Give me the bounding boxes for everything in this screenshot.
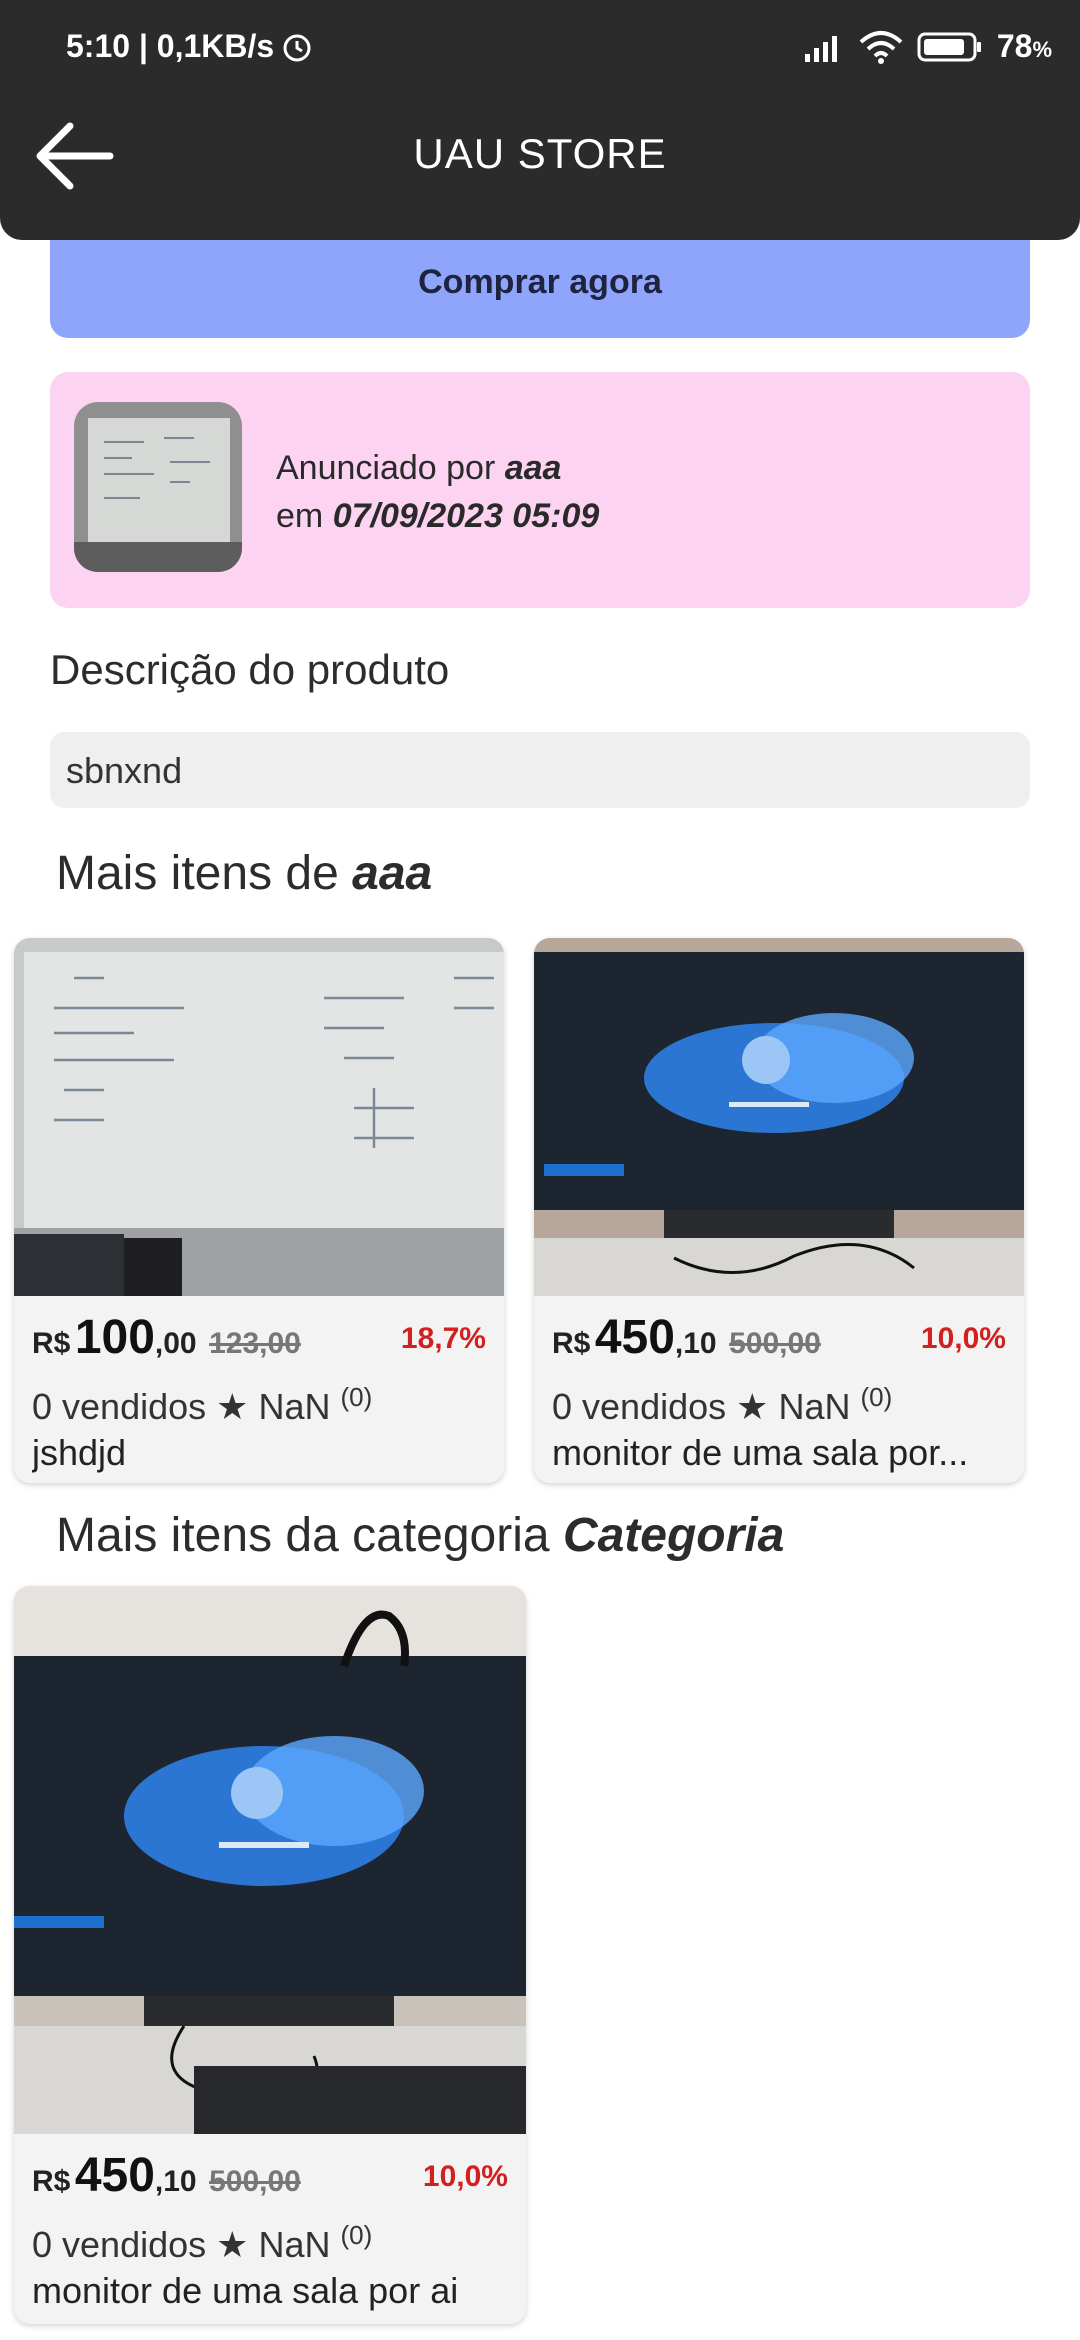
discount-badge: 10,0%: [920, 1322, 1006, 1355]
product-card[interactable]: R$ 450,10 500,00 10,0% 0 vendidos ★ NaN …: [14, 1586, 526, 2324]
seller-card: Anunciado por aaa em 07/09/2023 05:09: [50, 372, 1030, 608]
sales-rating-row: 0 vendidos ★ NaN (0): [32, 2220, 373, 2265]
wifi-icon: [859, 30, 903, 64]
status-icons: 78%: [803, 28, 1052, 65]
sales-rating-row: 0 vendidos ★ NaN (0): [552, 1382, 893, 1427]
price-row: R$ 450,10 500,00 10,0%: [552, 1311, 1006, 1364]
status-time: 5:10 | 0,1KB/s: [66, 28, 275, 64]
price-row: R$ 450,10 500,00 10,0%: [32, 2149, 508, 2202]
description-text: sbnxnd: [50, 732, 1030, 808]
old-price: 123,00: [209, 1327, 301, 1360]
old-price: 500,00: [729, 1327, 821, 1360]
star-icon: ★: [216, 2224, 249, 2265]
star-icon: ★: [736, 1386, 769, 1427]
product-info: R$ 450,10 500,00 10,0% 0 vendidos ★ NaN …: [14, 2148, 526, 2314]
seller-info: Anunciado por aaa em 07/09/2023 05:09: [276, 449, 600, 535]
alarm-icon: [283, 34, 311, 62]
product-name: monitor de uma sala por...: [552, 1432, 969, 1473]
app-header: 5:10 | 0,1KB/s 78% UAU STORE: [0, 0, 1080, 240]
signal-icon: [804, 35, 837, 62]
price: 450: [594, 1311, 675, 1364]
battery-level: 78%: [996, 28, 1052, 64]
star-icon: ★: [216, 1386, 249, 1427]
more-from-seller-title: Mais itens de aaa: [56, 847, 433, 900]
price: 450: [74, 2149, 155, 2202]
price-row: R$ 100,00 123,00 18,7%: [32, 1311, 486, 1364]
app-title: UAU STORE: [413, 130, 667, 177]
product-image: [14, 938, 504, 1296]
product-card[interactable]: R$ 450,10 500,00 10,0% 0 vendidos ★ NaN …: [534, 938, 1024, 1483]
price: 100: [74, 1311, 155, 1364]
sales-rating-row: 0 vendidos ★ NaN (0): [32, 1382, 373, 1427]
old-price: 500,00: [209, 2165, 301, 2198]
product-info: R$ 100,00 123,00 18,7% 0 vendidos ★ NaN …: [14, 1310, 504, 1476]
product-image: [534, 938, 1024, 1296]
seller-name: aaa: [504, 449, 562, 487]
product-name: monitor de uma sala por ai: [32, 2270, 459, 2311]
product-name: jshdjd: [32, 1432, 127, 1473]
battery-icon: [917, 32, 981, 61]
product-card[interactable]: R$ 100,00 123,00 18,7% 0 vendidos ★ NaN …: [14, 938, 504, 1483]
product-info: R$ 450,10 500,00 10,0% 0 vendidos ★ NaN …: [534, 1310, 1024, 1476]
seller-avatar: [74, 402, 242, 572]
product-image: [14, 1586, 526, 2134]
discount-badge: 10,0%: [422, 2160, 508, 2193]
more-from-category-title: Mais itens da categoria Categoria: [56, 1509, 785, 1562]
listing-date: 07/09/2023 05:09: [332, 497, 600, 535]
discount-badge: 18,7%: [400, 1322, 486, 1355]
description-title: Descrição do produto: [50, 646, 450, 693]
